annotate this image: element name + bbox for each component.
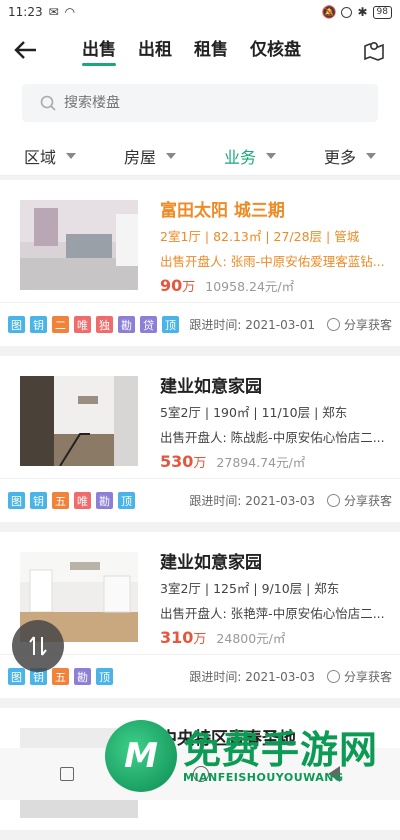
listing-spec: 5室2厅 | 190㎡ | 11/10层 | 郑东 xyxy=(160,405,348,420)
tag: 唯 xyxy=(74,492,91,509)
search-section xyxy=(0,76,400,136)
map-button[interactable] xyxy=(360,36,388,64)
tag: 勘 xyxy=(74,668,91,685)
tab-rent[interactable]: 出租 xyxy=(138,35,172,66)
listing-spec: 2室1厅 | 82.13㎡ | 27/28层 | 管城 xyxy=(160,229,360,244)
watermark-subtext: MIANFEISHOUYOUWANG xyxy=(183,770,344,784)
watermark-text: 免费手游网 xyxy=(183,726,379,772)
unit-price: 10958.24元/㎡ xyxy=(205,279,295,294)
filter-label: 房屋 xyxy=(123,147,156,167)
tag: 二 xyxy=(52,316,69,333)
filter-area[interactable]: 区域 xyxy=(24,144,76,168)
battery-indicator: 98 xyxy=(372,5,392,19)
share-icon xyxy=(326,670,340,683)
map-pin-icon xyxy=(364,42,384,61)
status-bar: 11:23 ✉ ◠ 🔕 ✱ 98 xyxy=(0,0,400,24)
caret-down-icon xyxy=(166,152,176,159)
search-box[interactable] xyxy=(22,84,378,122)
tag: 钥 xyxy=(30,316,47,333)
share-button[interactable]: 分享获客 xyxy=(326,492,392,509)
price-unit: 万 xyxy=(193,456,207,471)
header: 出售 出租 租售 仅核盘 xyxy=(0,24,400,76)
listing-card[interactable]: 建业如意家园 5室2厅 | 190㎡ | 11/10层 | 郑东 出售开盘人: … xyxy=(0,356,400,522)
listing-title: 建业如意家园 xyxy=(160,553,262,573)
listing-agent: 出售开盘人: 张雨-中原安佑爱理客蓝钻... xyxy=(160,254,385,269)
tag: 图 xyxy=(8,492,25,509)
tag: 五 xyxy=(52,668,69,685)
tag-list: 图 钥 二 唯 独 勘 贷 顶 xyxy=(8,316,179,333)
tab-bar: 出售 出租 租售 仅核盘 xyxy=(82,35,301,66)
price-unit: 万 xyxy=(182,280,196,295)
listing-photo xyxy=(20,376,138,466)
caret-down-icon xyxy=(366,152,376,159)
tag: 独 xyxy=(96,316,113,333)
watermark: M 免费手游网 MIANFEISHOUYOUWANG xyxy=(105,718,395,794)
watermark-logo: M xyxy=(105,720,177,792)
tag: 贷 xyxy=(140,316,157,333)
search-input[interactable] xyxy=(64,95,324,111)
tag: 钥 xyxy=(30,492,47,509)
tag: 唯 xyxy=(74,316,91,333)
tag: 图 xyxy=(8,316,25,333)
tag-list: 图 钥 五 勘 顶 xyxy=(8,668,113,685)
listing-price: 530 xyxy=(160,452,194,471)
share-button[interactable]: 分享获客 xyxy=(326,316,392,333)
search-icon xyxy=(40,95,56,111)
listing-card[interactable]: 建业如意家园 3室2厅 | 125㎡ | 9/10层 | 郑东 出售开盘人: 张… xyxy=(0,532,400,698)
tag: 五 xyxy=(52,492,69,509)
listing-title: 富田太阳 城三期 xyxy=(160,201,285,221)
back-button[interactable] xyxy=(0,24,52,76)
tag-list: 图 钥 五 唯 勘 顶 xyxy=(8,492,135,509)
share-icon xyxy=(326,318,340,331)
share-button[interactable]: 分享获客 xyxy=(326,668,392,685)
tab-rent-sale[interactable]: 租售 xyxy=(194,35,228,66)
follow-time: 跟进时间: 2021-03-03 xyxy=(189,670,315,684)
unit-price: 24800元/㎡ xyxy=(216,631,286,646)
swap-fab-button[interactable] xyxy=(12,620,64,672)
filter-bar: 区域 房屋 业务 更多 xyxy=(0,136,400,176)
filter-label: 区域 xyxy=(23,147,56,167)
tag: 图 xyxy=(8,668,25,685)
listing-title: 建业如意家园 xyxy=(160,377,262,397)
tab-sale[interactable]: 出售 xyxy=(82,35,116,66)
unit-price: 27894.74元/㎡ xyxy=(216,455,306,470)
follow-time: 跟进时间: 2021-03-03 xyxy=(189,494,315,508)
wifi-icon: ◠ xyxy=(64,5,76,19)
caret-down-icon xyxy=(266,152,276,159)
status-time: 11:23 xyxy=(8,5,43,19)
caret-down-icon xyxy=(66,152,76,159)
listing-card[interactable]: 富田太阳 城三期 2室1厅 | 82.13㎡ | 27/28层 | 管城 出售开… xyxy=(0,180,400,346)
listing-agent: 出售开盘人: 陈战彪-中原安佑心怡店二... xyxy=(160,430,385,445)
listing-price: 90 xyxy=(160,276,183,295)
filter-label: 业务 xyxy=(223,147,256,167)
swap-arrows-icon xyxy=(29,636,47,656)
tag: 勘 xyxy=(96,492,113,509)
arrow-left-icon xyxy=(14,41,36,59)
filter-more[interactable]: 更多 xyxy=(324,144,376,168)
share-label: 分享获客 xyxy=(343,318,392,332)
share-icon xyxy=(326,494,340,507)
tag: 顶 xyxy=(162,316,179,333)
tab-verified-only[interactable]: 仅核盘 xyxy=(250,35,301,66)
recent-apps-icon[interactable] xyxy=(59,767,74,781)
message-icon: ✉ xyxy=(48,5,59,19)
price-unit: 万 xyxy=(193,632,207,647)
share-label: 分享获客 xyxy=(343,494,392,508)
listing-spec: 3室2厅 | 125㎡ | 9/10层 | 郑东 xyxy=(160,581,340,596)
tag: 顶 xyxy=(96,668,113,685)
share-label: 分享获客 xyxy=(343,670,392,684)
bluetooth-icon: ✱ xyxy=(357,5,368,19)
tag: 顶 xyxy=(118,492,135,509)
listing-photo xyxy=(20,200,138,290)
filter-house[interactable]: 房屋 xyxy=(124,144,176,168)
listing-agent: 出售开盘人: 张艳萍-中原安佑心怡店二... xyxy=(160,606,385,621)
filter-label: 更多 xyxy=(323,147,356,167)
listing-price: 310 xyxy=(160,628,194,647)
follow-time: 跟进时间: 2021-03-01 xyxy=(189,318,315,332)
filter-business[interactable]: 业务 xyxy=(224,144,276,168)
alarm-icon xyxy=(341,6,353,18)
tag: 勘 xyxy=(118,316,135,333)
mute-icon: 🔕 xyxy=(321,5,337,19)
